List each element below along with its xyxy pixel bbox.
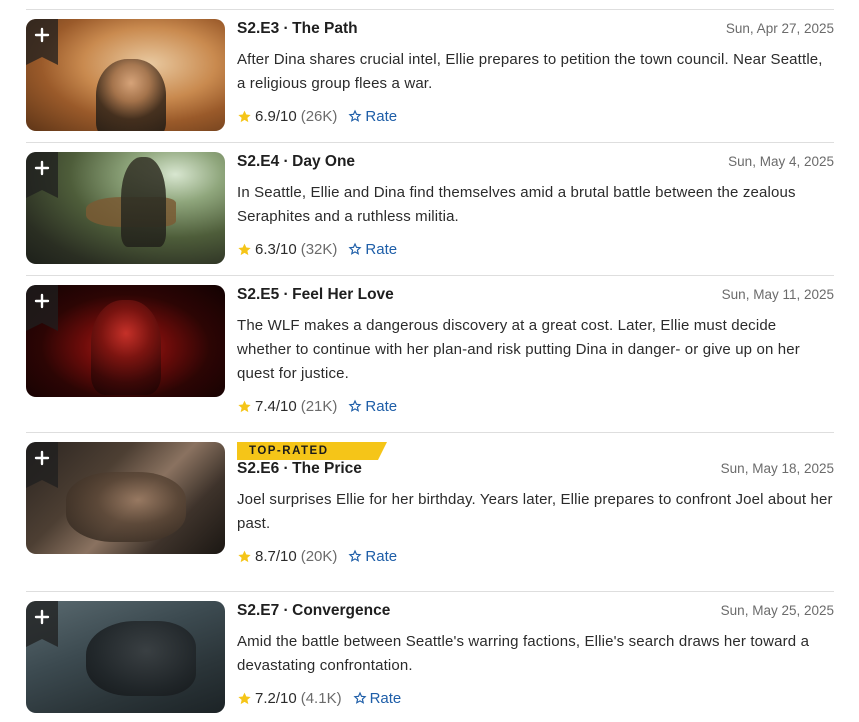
star-icon (238, 110, 251, 122)
add-to-watchlist-button[interactable] (26, 442, 58, 488)
figure-silhouette (121, 157, 166, 247)
episode-item: S2.E3 ∙ The Path Sun, Apr 27, 2025 After… (26, 10, 834, 143)
episode-list: S2.E3 ∙ The Path Sun, Apr 27, 2025 After… (26, 9, 834, 722)
rate-button[interactable]: Rate (348, 398, 397, 415)
episode-thumbnail[interactable] (26, 285, 225, 397)
vote-count: (4.1K) (300, 689, 342, 707)
air-date: Sun, May 18, 2025 (720, 461, 834, 476)
episode-thumbnail[interactable] (26, 19, 225, 131)
vote-count: (32K) (300, 240, 338, 258)
rate-label: Rate (365, 397, 398, 415)
episode-item: TOP-RATED S2.E6 ∙ The Price Sun, May 18,… (26, 433, 834, 592)
episode-plot: Amid the battle between Seattle's warrin… (237, 633, 810, 674)
vote-count: (20K) (300, 547, 338, 565)
rating-row: 8.7/10 (20K) Rate (237, 546, 834, 566)
star-outline-icon (348, 549, 362, 562)
rate-label: Rate (369, 689, 402, 707)
add-to-watchlist-button[interactable] (26, 601, 58, 647)
rating-value: 6.9/10 (255, 107, 297, 125)
rate-button[interactable]: Rate (348, 548, 397, 565)
air-date: Sun, May 25, 2025 (720, 603, 834, 618)
rate-button[interactable]: Rate (348, 241, 397, 258)
vote-count: (26K) (300, 107, 338, 125)
air-date: Sun, Apr 27, 2025 (725, 21, 834, 36)
rating-row: 7.4/10 (21K) Rate (237, 396, 834, 416)
air-date: Sun, May 11, 2025 (721, 287, 834, 302)
top-rated-badge: TOP-RATED (237, 442, 387, 460)
rating-value: 7.2/10 (255, 689, 297, 707)
episode-item: S2.E7 ∙ Convergence Sun, May 25, 2025 Am… (26, 592, 834, 722)
add-to-watchlist-button[interactable] (26, 19, 58, 65)
star-outline-icon (348, 109, 362, 122)
rating-row: 6.9/10 (26K) Rate (237, 106, 834, 126)
episode-title-link[interactable]: S2.E3 ∙ The Path (237, 20, 358, 37)
rate-button[interactable]: Rate (353, 689, 402, 707)
episode-title-link[interactable]: S2.E7 ∙ Convergence (237, 602, 390, 619)
star-outline-icon (353, 691, 367, 704)
star-outline-icon (348, 242, 362, 255)
episode-plot: After Dina shares crucial intel, Ellie p… (237, 51, 823, 92)
episode-title-link[interactable]: S2.E6 ∙ The Price (237, 460, 362, 477)
rating-row: 7.2/10 (4.1K) Rate (237, 688, 834, 708)
episode-plot: Joel surprises Ellie for her birthday. Y… (237, 491, 833, 532)
episode-thumbnail[interactable] (26, 442, 225, 554)
rate-label: Rate (365, 107, 398, 125)
figure-silhouette (86, 621, 196, 696)
figure-silhouette (91, 300, 161, 395)
add-to-watchlist-button[interactable] (26, 285, 58, 331)
star-outline-icon (348, 399, 362, 412)
episode-item: S2.E4 ∙ Day One Sun, May 4, 2025 In Seat… (26, 143, 834, 276)
episode-item: S2.E5 ∙ Feel Her Love Sun, May 11, 2025 … (26, 276, 834, 433)
episode-plot: In Seattle, Ellie and Dina find themselv… (237, 184, 796, 225)
rate-label: Rate (365, 240, 398, 258)
rating-value: 7.4/10 (255, 397, 297, 415)
episode-thumbnail[interactable] (26, 601, 225, 713)
star-icon (238, 400, 251, 412)
episode-title-link[interactable]: S2.E4 ∙ Day One (237, 153, 355, 170)
rating-value: 6.3/10 (255, 240, 297, 258)
rating-value: 8.7/10 (255, 547, 297, 565)
rate-label: Rate (365, 547, 398, 565)
vote-count: (21K) (300, 397, 338, 415)
figure-silhouette (96, 59, 166, 131)
episode-plot: The WLF makes a dangerous discovery at a… (237, 317, 800, 382)
rating-row: 6.3/10 (32K) Rate (237, 239, 834, 259)
episode-title-link[interactable]: S2.E5 ∙ Feel Her Love (237, 286, 394, 303)
star-icon (238, 243, 251, 255)
rate-button[interactable]: Rate (348, 108, 397, 125)
figure-silhouette (66, 472, 186, 542)
star-icon (238, 550, 251, 562)
episode-thumbnail[interactable] (26, 152, 225, 264)
star-icon (238, 692, 251, 704)
add-to-watchlist-button[interactable] (26, 152, 58, 198)
air-date: Sun, May 4, 2025 (728, 154, 834, 169)
